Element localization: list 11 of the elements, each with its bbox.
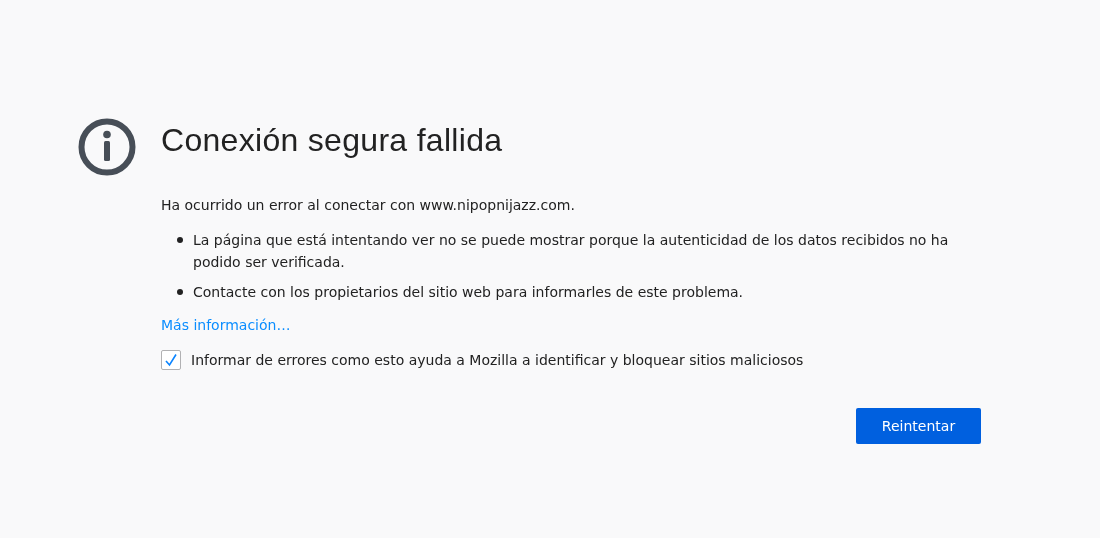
bullet-text: La página que está intentando ver no se puede mostrar porque la autenticidad de los datos recibidos no ha podido ser verificada. — [193, 231, 950, 272]
error-message: Ha ocurrido un error al conectar con www.nipopnijazz.com. — [161, 196, 576, 215]
bullet-text: Contacte con los propietarios del sitio web para informarles de este problema. — [193, 283, 744, 302]
bullet-icon — [177, 237, 183, 243]
info-icon — [78, 118, 136, 176]
retry-button[interactable]: Reintentar — [856, 408, 981, 444]
more-info-link[interactable]: Más información… — [161, 317, 291, 333]
bullet-icon — [177, 289, 183, 295]
checkbox-label: Informar de errores como esto ayuda a Mozilla a identificar y bloquear sitios maliciosos — [191, 352, 804, 368]
report-checkbox[interactable] — [161, 350, 181, 370]
page-title: Conexión segura fallida — [161, 122, 504, 159]
